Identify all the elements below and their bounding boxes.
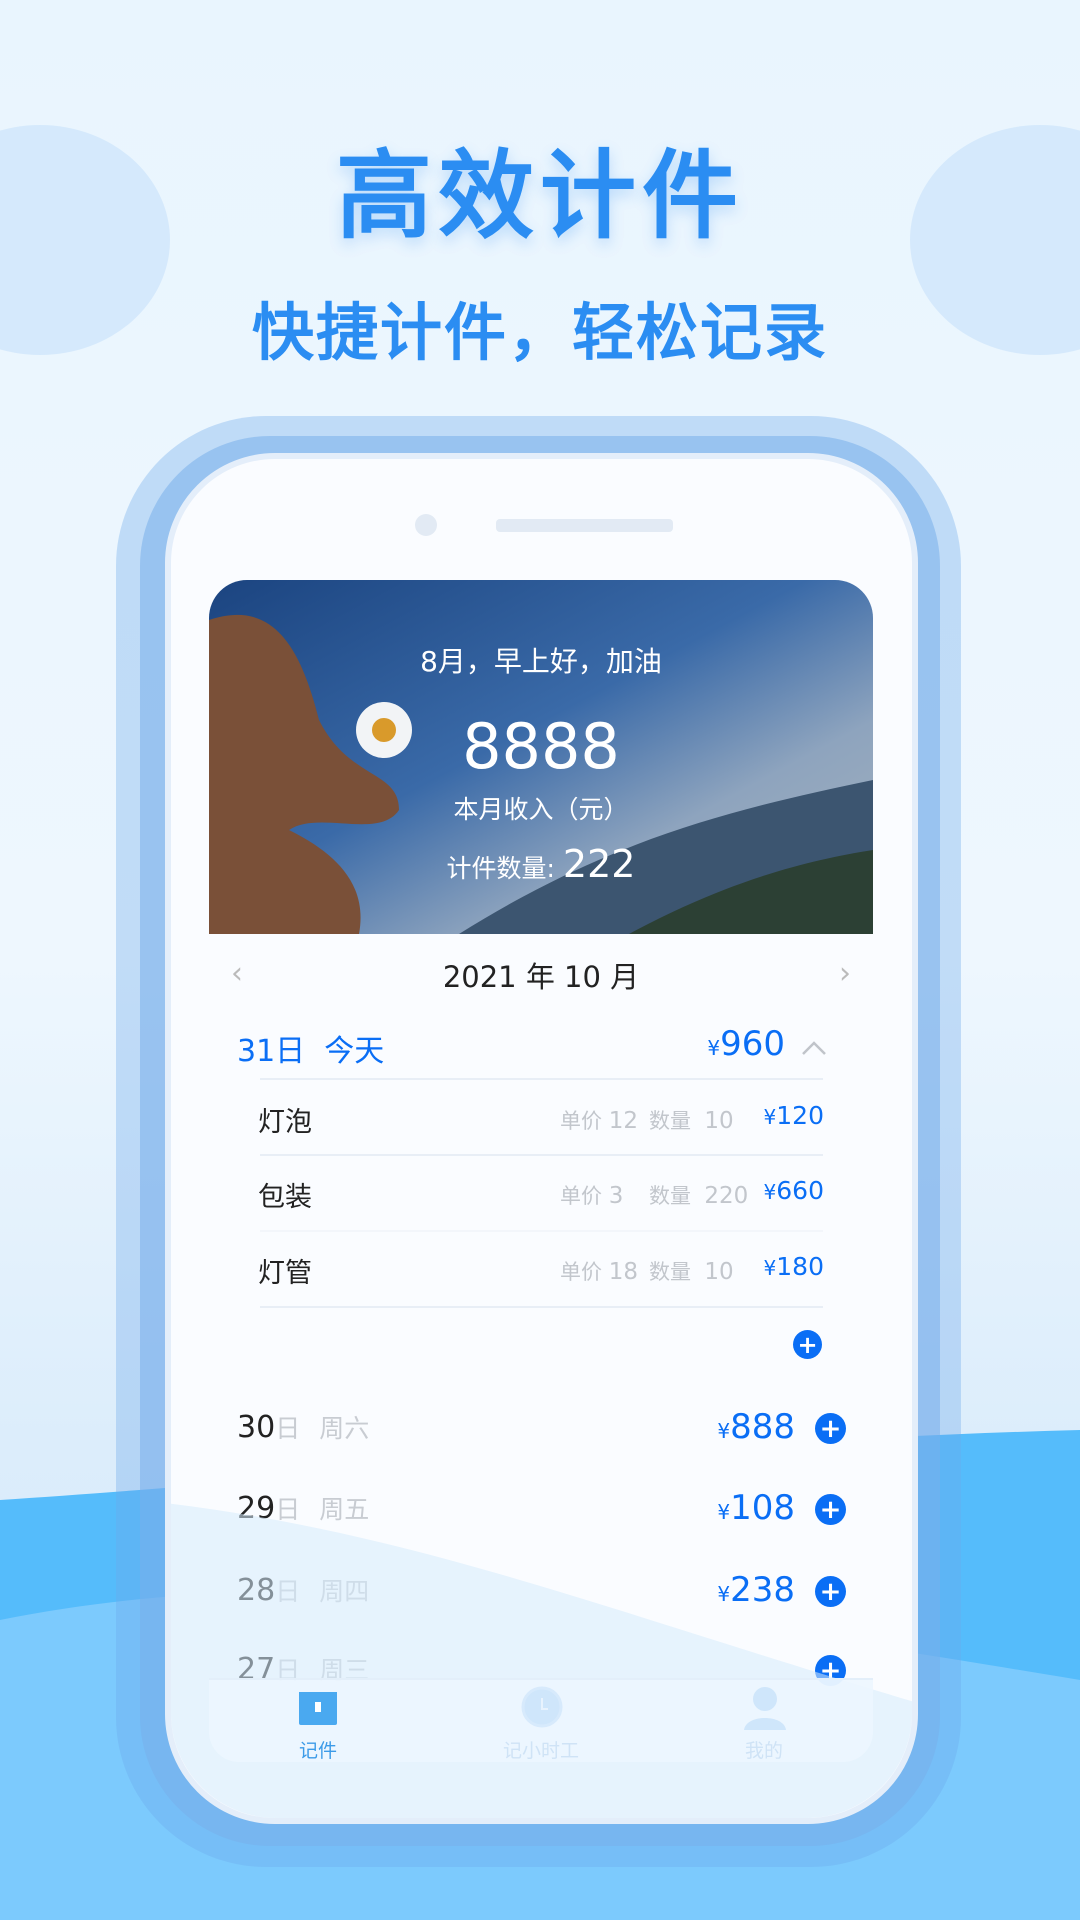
- bottom-tab-bar: 记件 记小时工 我的: [209, 1678, 873, 1762]
- hero-subtitle: 快捷计件，轻松记录: [251, 296, 828, 369]
- box-icon: [299, 1692, 337, 1725]
- tab-label: 记件: [298, 1740, 337, 1762]
- tab-label: 我的: [744, 1740, 783, 1762]
- hero-title: 高效计件: [336, 140, 744, 252]
- clock-icon: [521, 1686, 563, 1728]
- wave-overlay: [171, 1503, 912, 1818]
- user-icon: [744, 1687, 786, 1730]
- tab-label: 记小时工: [502, 1740, 579, 1762]
